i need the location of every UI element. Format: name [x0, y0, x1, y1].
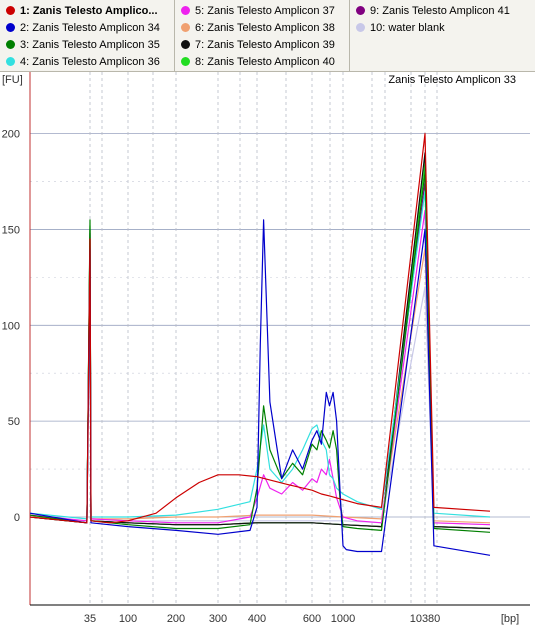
legend-item-5[interactable]: 5: Zanis Telesto Amplicon 37: [181, 3, 335, 19]
legend-dot-8: [181, 57, 190, 66]
legend-column-3: 9: Zanis Telesto Amplicon 41 10: water b…: [350, 0, 535, 72]
tick-labels: 0 50 100 150 200 35 100 200 300 400 600 1000 10380: [2, 129, 441, 625]
grid: [30, 72, 530, 605]
legend-dot-3: [6, 40, 15, 49]
x-tick-label: 300: [209, 613, 227, 625]
legend-item-6[interactable]: 6: Zanis Telesto Amplicon 38: [181, 20, 335, 36]
legend-column-2: 5: Zanis Telesto Amplicon 37 6: Zanis Te…: [175, 0, 350, 72]
legend-item-3[interactable]: 3: Zanis Telesto Amplicon 35: [6, 37, 160, 53]
legend-dot-5: [181, 6, 190, 15]
y-tick-label: 50: [8, 416, 20, 428]
y-tick-label: 200: [2, 129, 20, 141]
legend-item-7[interactable]: 7: Zanis Telesto Amplicon 39: [181, 37, 335, 53]
y-tick-label: 0: [14, 512, 20, 524]
x-tick-label: 1000: [331, 613, 355, 625]
legend-item-9[interactable]: 9: Zanis Telesto Amplicon 41: [356, 3, 510, 19]
x-axis-label: [bp]: [501, 613, 519, 625]
y-tick-label: 100: [2, 320, 20, 332]
legend-item-10[interactable]: 10: water blank: [356, 20, 445, 36]
legend-dot-6: [181, 23, 190, 32]
y-tick-label: 150: [2, 224, 20, 236]
legend-dot-10: [356, 23, 365, 32]
legend-dot-4: [6, 57, 15, 66]
chart-title: Zanis Telesto Amplicon 33: [388, 74, 516, 86]
legend-item-8[interactable]: 8: Zanis Telesto Amplicon 40: [181, 54, 335, 70]
x-tick-label: 600: [303, 613, 321, 625]
legend-dot-2: [6, 23, 15, 32]
legend-dot-7: [181, 40, 190, 49]
legend-panel: 1: Zanis Telesto Amplico... 2: Zanis Tel…: [0, 0, 535, 72]
x-tick-label: 10380: [410, 613, 441, 625]
legend-dot-9: [356, 6, 365, 15]
x-tick-label: 35: [84, 613, 96, 625]
legend-item-1[interactable]: 1: Zanis Telesto Amplico...: [6, 3, 158, 19]
legend-column-1: 1: Zanis Telesto Amplico... 2: Zanis Tel…: [0, 0, 175, 72]
x-tick-label: 100: [119, 613, 137, 625]
electropherogram-window: 1: Zanis Telesto Amplico... 2: Zanis Tel…: [0, 0, 535, 637]
y-axis-label: [FU]: [2, 74, 23, 86]
x-tick-label: 400: [248, 613, 266, 625]
electropherogram-plot: 0 50 100 150 200 35 100 200 300 400 600 1000 10380 […: [2, 72, 530, 625]
legend-item-2[interactable]: 2: Zanis Telesto Amplicon 34: [6, 20, 160, 36]
x-tick-label: 200: [167, 613, 185, 625]
legend-dot-1: [6, 6, 15, 15]
series-layer: [29, 132, 491, 556]
legend-item-4[interactable]: 4: Zanis Telesto Amplicon 36: [6, 54, 160, 70]
